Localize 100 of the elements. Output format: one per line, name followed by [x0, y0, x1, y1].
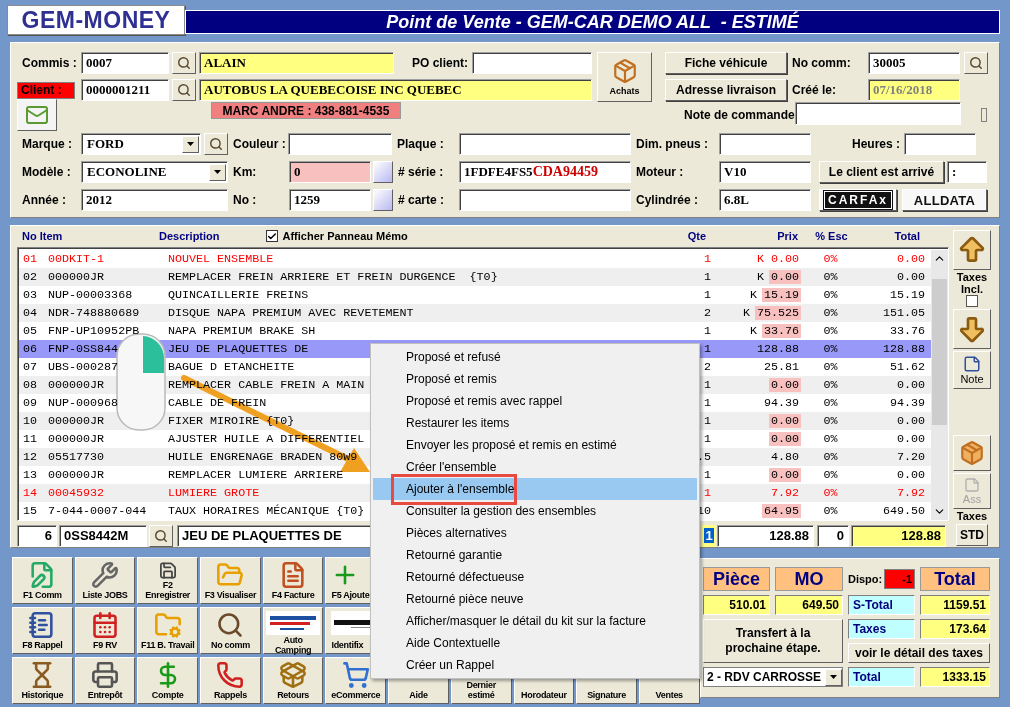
table-cell: 1	[704, 413, 711, 428]
taxes-incl-label: Taxes Incl.	[955, 271, 989, 295]
contact-badge: MARC ANDRE : 438-881-4535	[211, 102, 401, 119]
table-cell: 1	[704, 323, 711, 338]
table-cell-text: 94.39	[762, 395, 800, 410]
table-cell: FNP-UP10952PB	[48, 323, 140, 338]
table-cell: 11	[23, 431, 38, 446]
table-cell: 0.00	[896, 467, 925, 482]
field-label: Année :	[21, 193, 67, 207]
field-label: Marque :	[21, 137, 73, 151]
price-prefix-label: K	[749, 323, 757, 338]
amount-value: 649.50	[775, 595, 843, 615]
table-cell: NUP-000968	[48, 395, 119, 410]
table-cell: NDR-748880689	[48, 305, 140, 320]
table-cell: 7-044-0007-044	[48, 503, 147, 518]
field-label: Cylindrée :	[635, 193, 699, 207]
amount-value: 1159.51	[920, 595, 990, 615]
field-label: Modèle :	[21, 165, 72, 179]
table-cell: 7.92	[896, 485, 925, 500]
field-label: Moteur :	[635, 165, 685, 179]
table-cell: 07	[23, 359, 38, 374]
table-cell: 1	[704, 287, 711, 302]
table-cell: 1	[704, 431, 711, 446]
table-cell: 0%	[823, 287, 838, 302]
table-cell: 649.50	[882, 503, 925, 518]
table-cell: 13	[23, 467, 38, 482]
column-header: Qte	[686, 230, 707, 243]
table-cell: 33.76	[889, 323, 925, 338]
table-cell-text: 25.81	[762, 359, 800, 374]
table-cell: 02	[23, 269, 38, 284]
table-cell-text: 4.80	[769, 449, 800, 464]
table-cell: 000000JR	[48, 431, 105, 446]
field-label: Plaque :	[396, 137, 445, 151]
table-cell: 64.95	[761, 503, 801, 518]
table-cell: 151.05	[882, 305, 925, 320]
dispo-label: Dispo:	[848, 573, 883, 585]
memo-label: Afficher Panneau Mémo	[282, 230, 408, 243]
table-cell: NAPA PREMIUM BRAKE SH	[168, 323, 316, 338]
table-cell: 04	[23, 305, 38, 320]
table-cell: 1	[704, 467, 711, 482]
table-cell: DISQUE NAPA PREMIUM AVEC REVETEMENT	[168, 305, 414, 320]
table-cell: NUP-00003368	[48, 287, 133, 302]
field-label: No :	[232, 193, 258, 207]
table-cell: 128.88	[882, 341, 925, 356]
table-cell: 1	[704, 341, 711, 356]
column-header: Total	[920, 567, 990, 591]
price-prefix-label: K	[756, 251, 764, 266]
table-cell: 08	[23, 377, 38, 392]
table-cell: 51.62	[889, 359, 925, 374]
table-cell: 15	[23, 503, 38, 518]
table-cell: 0.00	[768, 269, 801, 284]
table-cell: 14	[23, 485, 38, 500]
table-cell: 05	[23, 323, 38, 338]
table-cell: 7.20	[896, 449, 925, 464]
client-label: Client :	[17, 81, 75, 99]
dispo-value: -1	[884, 569, 915, 589]
table-cell-text: 128.88	[755, 341, 800, 356]
field-label: Créé le:	[791, 83, 838, 97]
table-cell: 94.39	[889, 395, 925, 410]
table-cell: 0%	[823, 305, 838, 320]
field-label: Km:	[232, 165, 258, 179]
taxes-label: Taxes	[848, 619, 915, 639]
table-cell: 09	[23, 395, 38, 410]
table-cell: 2	[704, 359, 711, 374]
table-cell: 0%	[823, 485, 838, 500]
table-cell: 000000JR	[48, 413, 105, 428]
amount-value: 173.64	[920, 619, 990, 639]
table-cell: UBS-000287	[48, 359, 119, 374]
column-header: Total	[893, 230, 921, 243]
price-prefix-label: K	[742, 305, 750, 320]
table-cell: 0.00	[768, 431, 801, 446]
table-cell: 0.00	[768, 467, 801, 482]
table-cell: 2	[704, 305, 711, 320]
table-cell: 0%	[823, 251, 838, 266]
field-label: PO client:	[411, 56, 469, 70]
table-cell: JEU DE PLAQUETTES DE	[168, 341, 309, 356]
table-cell: 0.00	[896, 413, 925, 428]
table-cell: 0%	[823, 377, 838, 392]
table-cell: 06	[23, 341, 38, 356]
table-cell: BAGUE D ETANCHEITE	[168, 359, 295, 374]
table-cell: FNP-0SS844	[48, 341, 119, 356]
table-cell: 0.00	[768, 413, 801, 428]
table-cell: 01	[23, 251, 38, 266]
field-label: # série :	[397, 165, 445, 179]
table-cell: 03	[23, 287, 38, 302]
price-prefix-label: K	[749, 287, 757, 302]
field-label: Dim. pneus :	[635, 137, 709, 151]
taxes-label: Taxes	[956, 510, 988, 522]
table-cell: REMPLACER LUMIERE ARRIERE	[168, 467, 344, 482]
price-prefix-label: K	[756, 269, 764, 284]
table-cell: QUINCAILLERIE FREINS	[168, 287, 309, 302]
table-cell: 0%	[823, 413, 838, 428]
table-cell: 0%	[823, 323, 838, 338]
amount-value: 510.01	[703, 595, 770, 615]
table-cell: 1	[704, 485, 711, 500]
table-cell: 000000JR	[48, 269, 105, 284]
table-cell: 000000JR	[48, 467, 105, 482]
table-cell: 00045932	[48, 485, 105, 500]
table-cell: 0.00	[896, 377, 925, 392]
column-header: MO	[775, 567, 843, 591]
